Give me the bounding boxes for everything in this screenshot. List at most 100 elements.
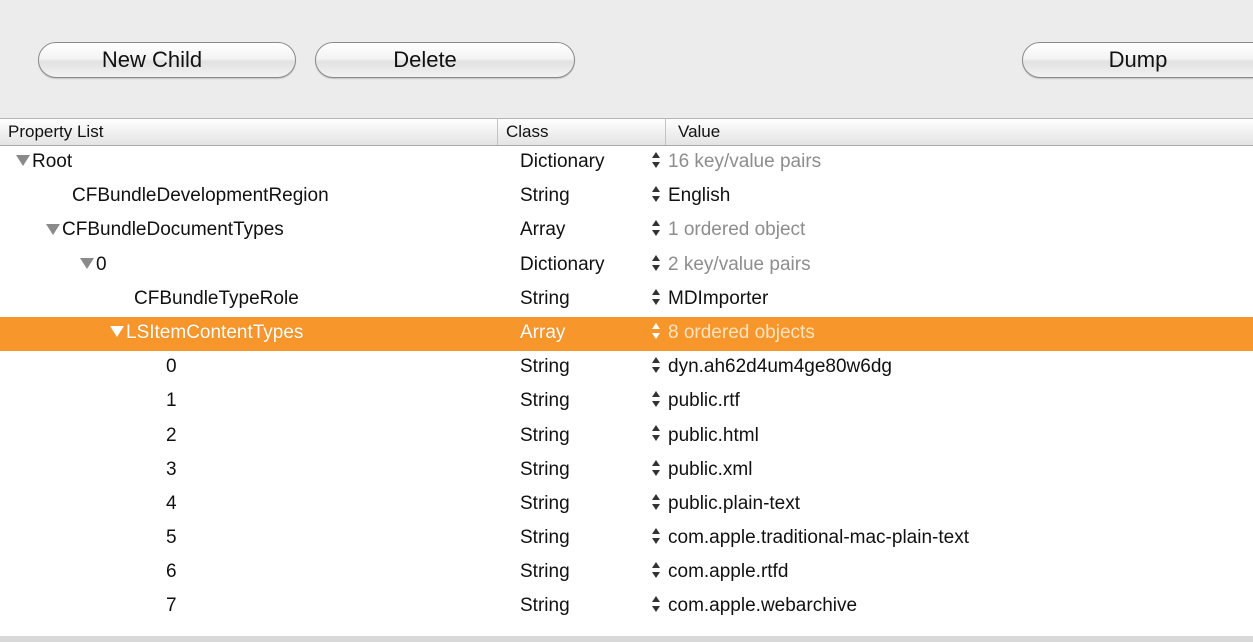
class-cell[interactable]: String bbox=[520, 488, 660, 522]
table-row[interactable]: 4 String public.plain-text bbox=[0, 488, 1253, 522]
value-label: com.apple.webarchive bbox=[668, 595, 858, 617]
column-header-property-list[interactable]: Property List bbox=[0, 119, 498, 145]
key-cell: LSItemContentTypes bbox=[0, 317, 608, 351]
table-row[interactable]: 6 String com.apple.rtfd bbox=[0, 556, 1253, 590]
table-row[interactable]: 0 String dyn.ah62d4um4ge80w6dg bbox=[0, 351, 1253, 385]
key-label: Root bbox=[32, 151, 73, 172]
class-label: String bbox=[520, 390, 570, 412]
disclosure-triangle-icon[interactable] bbox=[110, 326, 124, 338]
delete-button-label: Delete bbox=[393, 47, 457, 72]
value-cell[interactable]: English bbox=[650, 180, 1250, 214]
value-cell[interactable]: public.plain-text bbox=[650, 488, 1250, 522]
key-label: 5 bbox=[166, 527, 177, 549]
table-row[interactable]: 0 Dictionary 2 key/value pairs bbox=[0, 249, 1253, 283]
value-cell[interactable]: com.apple.webarchive bbox=[650, 590, 1250, 624]
value-label: MDImporter bbox=[668, 287, 769, 309]
class-cell[interactable]: String bbox=[520, 522, 660, 556]
value-cell[interactable]: public.rtf bbox=[650, 385, 1250, 419]
key-cell: CFBundleDocumentTypes bbox=[0, 214, 544, 248]
table-row[interactable]: 7 String com.apple.webarchive bbox=[0, 590, 1253, 624]
key-label: 7 bbox=[166, 595, 177, 617]
outline-table: Root Dictionary 16 key/value pairs CFBun… bbox=[0, 146, 1253, 642]
stepper-arrows-icon[interactable] bbox=[650, 183, 662, 205]
dump-button-label: Dump bbox=[1108, 47, 1168, 72]
class-label: String bbox=[520, 287, 570, 309]
stepper-arrows-icon[interactable] bbox=[650, 457, 662, 479]
value-cell[interactable]: public.xml bbox=[650, 454, 1250, 488]
value-cell[interactable]: com.apple.rtfd bbox=[650, 556, 1250, 590]
value-label: English bbox=[668, 185, 731, 207]
class-cell[interactable]: String bbox=[520, 556, 660, 590]
table-row-selected[interactable]: LSItemContentTypes Array 8 ordered objec… bbox=[0, 316, 1253, 352]
table-row[interactable]: CFBundleDevelopmentRegion String English bbox=[0, 180, 1253, 214]
class-cell[interactable]: String bbox=[520, 420, 660, 454]
key-cell: Root bbox=[0, 146, 514, 180]
class-cell[interactable]: String bbox=[520, 180, 660, 214]
stepper-arrows-icon[interactable] bbox=[650, 388, 662, 410]
value-cell[interactable]: 8 ordered objects bbox=[650, 317, 1250, 351]
column-header-class[interactable]: Class bbox=[498, 119, 666, 145]
stepper-arrows-icon[interactable] bbox=[650, 422, 662, 444]
class-label: String bbox=[520, 185, 570, 207]
value-cell[interactable]: 1 ordered object bbox=[650, 214, 1250, 248]
class-cell[interactable]: String bbox=[520, 454, 660, 488]
column-header-class-label: Class bbox=[506, 122, 549, 141]
class-label: String bbox=[520, 527, 570, 549]
disclosure-triangle-icon[interactable] bbox=[80, 258, 94, 270]
table-header: Property List Class Value bbox=[0, 119, 1253, 146]
value-label: 8 ordered objects bbox=[668, 321, 815, 343]
property-list-editor-window: New Child Delete Dump Property List Clas… bbox=[0, 0, 1253, 642]
table-row[interactable]: CFBundleDocumentTypes Array 1 ordered ob… bbox=[0, 214, 1253, 248]
stepper-arrows-icon[interactable] bbox=[650, 286, 662, 308]
value-cell[interactable]: public.html bbox=[650, 420, 1250, 454]
value-label: public.rtf bbox=[668, 390, 740, 412]
table-row[interactable]: 5 String com.apple.traditional-mac-plain… bbox=[0, 522, 1253, 556]
value-cell[interactable]: 16 key/value pairs bbox=[650, 146, 1250, 180]
disclosure-triangle-icon[interactable] bbox=[46, 223, 60, 235]
stepper-arrows-icon[interactable] bbox=[650, 491, 662, 513]
stepper-arrows-icon[interactable] bbox=[650, 525, 662, 547]
stepper-arrows-icon[interactable] bbox=[650, 252, 662, 274]
class-label: Array bbox=[520, 321, 566, 343]
value-cell[interactable]: com.apple.traditional-mac-plain-text bbox=[650, 522, 1250, 556]
class-cell[interactable]: Array bbox=[520, 317, 660, 351]
class-label: Dictionary bbox=[520, 253, 605, 275]
class-cell[interactable]: String bbox=[520, 351, 660, 385]
column-header-property-list-label: Property List bbox=[8, 122, 104, 141]
disclosure-triangle-icon[interactable] bbox=[16, 155, 30, 167]
stepper-arrows-icon[interactable] bbox=[650, 354, 662, 376]
horizontal-scrollbar[interactable] bbox=[0, 636, 1253, 642]
stepper-arrows-icon[interactable] bbox=[650, 559, 662, 581]
class-cell[interactable]: Dictionary bbox=[520, 146, 660, 180]
delete-button[interactable]: Delete bbox=[315, 42, 575, 78]
class-cell[interactable]: Array bbox=[520, 214, 660, 248]
table-row[interactable]: 1 String public.rtf bbox=[0, 385, 1253, 419]
class-label: String bbox=[520, 424, 570, 446]
table-row[interactable]: Root Dictionary 16 key/value pairs bbox=[0, 146, 1253, 180]
stepper-arrows-icon[interactable] bbox=[650, 149, 662, 171]
key-label: LSItemContentTypes bbox=[126, 321, 304, 343]
value-cell[interactable]: dyn.ah62d4um4ge80w6dg bbox=[650, 351, 1250, 385]
class-cell[interactable]: String bbox=[520, 385, 660, 419]
class-cell[interactable]: String bbox=[520, 283, 660, 317]
stepper-arrows-icon[interactable] bbox=[650, 593, 662, 615]
value-label: dyn.ah62d4um4ge80w6dg bbox=[668, 356, 892, 378]
class-label: String bbox=[520, 458, 570, 480]
key-label: 0 bbox=[96, 253, 107, 275]
value-cell[interactable]: 2 key/value pairs bbox=[650, 249, 1250, 283]
table-row[interactable]: CFBundleTypeRole String MDImporter bbox=[0, 283, 1253, 317]
key-label: 4 bbox=[166, 492, 177, 514]
dump-button[interactable]: Dump bbox=[1022, 42, 1253, 78]
stepper-arrows-icon[interactable] bbox=[650, 217, 662, 239]
value-label: com.apple.traditional-mac-plain-text bbox=[668, 527, 969, 549]
key-label: CFBundleDevelopmentRegion bbox=[72, 185, 329, 207]
value-cell[interactable]: MDImporter bbox=[650, 283, 1250, 317]
class-cell[interactable]: String bbox=[520, 590, 660, 624]
class-cell[interactable]: Dictionary bbox=[520, 249, 660, 283]
new-child-button[interactable]: New Child bbox=[38, 42, 296, 78]
column-header-value[interactable]: Value bbox=[666, 119, 1253, 145]
value-label: 16 key/value pairs bbox=[668, 151, 822, 172]
table-row[interactable]: 2 String public.html bbox=[0, 420, 1253, 454]
table-row[interactable]: 3 String public.xml bbox=[0, 454, 1253, 488]
stepper-arrows-icon[interactable] bbox=[650, 320, 662, 342]
